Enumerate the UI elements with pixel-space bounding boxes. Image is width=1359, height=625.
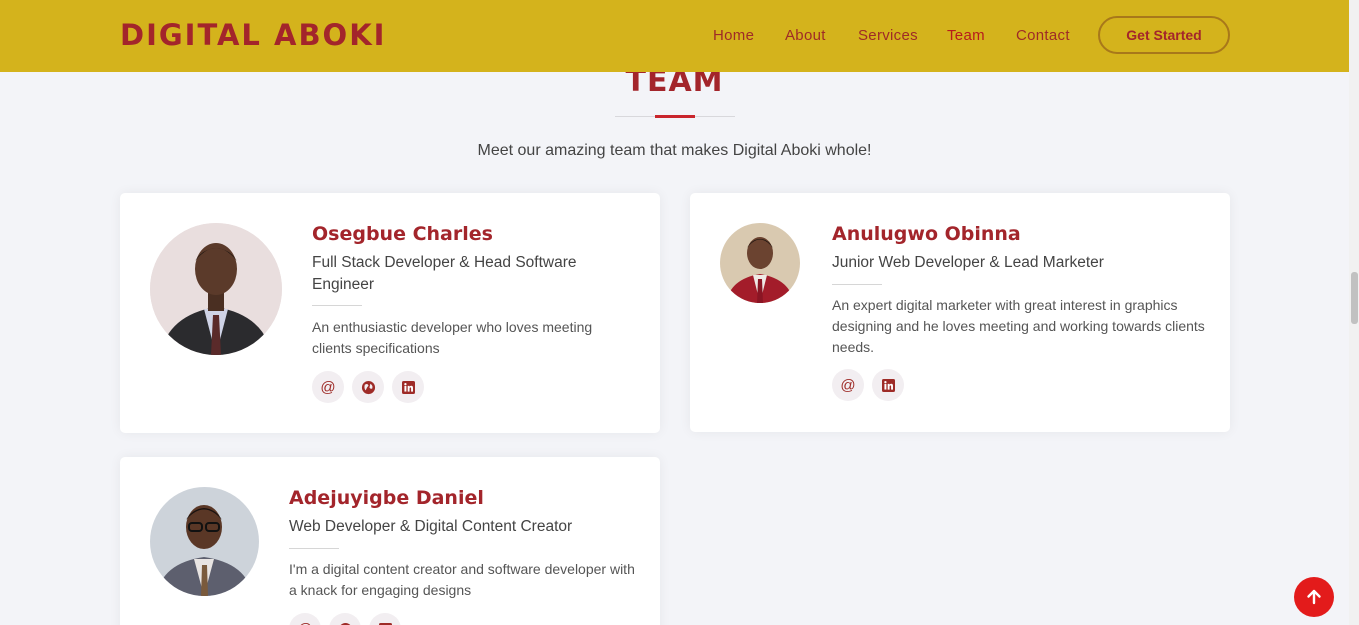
email-icon[interactable]: @: [832, 369, 864, 401]
nav-team[interactable]: Team: [947, 27, 985, 44]
linkedin-icon[interactable]: [872, 369, 904, 401]
nav-contact[interactable]: Contact: [1016, 27, 1070, 44]
social-links: @: [289, 613, 401, 625]
card-divider: [289, 548, 339, 549]
linkedin-icon[interactable]: [369, 613, 401, 625]
globe-icon[interactable]: [352, 371, 384, 403]
nav-home[interactable]: Home: [713, 27, 754, 44]
card-divider: [312, 305, 362, 306]
section-subtitle: Meet our amazing team that makes Digital…: [477, 142, 872, 159]
member-name: Osegbue Charles: [312, 223, 493, 245]
avatar: [150, 223, 282, 355]
nav-services[interactable]: Services: [858, 27, 918, 44]
member-role: Web Developer & Digital Content Creator: [289, 518, 573, 535]
get-started-button[interactable]: Get Started: [1098, 16, 1230, 54]
back-to-top-button[interactable]: [1294, 577, 1334, 617]
email-icon[interactable]: @: [289, 613, 321, 625]
team-member-card: Osegbue Charles Full Stack Developer & H…: [120, 193, 660, 433]
globe-icon[interactable]: [329, 613, 361, 625]
site-logo[interactable]: DIGITAL ABOKI: [120, 18, 386, 52]
member-description: An enthusiastic developer who loves meet…: [312, 319, 593, 356]
nav-about[interactable]: About: [785, 27, 826, 44]
member-name: Anulugwo Obinna: [832, 223, 1021, 245]
card-divider: [832, 284, 882, 285]
member-role: Full Stack Developer & Head Software Eng…: [312, 254, 577, 293]
site-header: DIGITAL ABOKI Home About Services Team C…: [0, 0, 1349, 72]
avatar: [150, 487, 259, 596]
member-role: Junior Web Developer & Lead Marketer: [832, 254, 1104, 271]
scrollbar-thumb[interactable]: [1351, 272, 1358, 324]
member-description: An expert digital marketer with great in…: [832, 297, 1205, 355]
team-member-card: Anulugwo Obinna Junior Web Developer & L…: [690, 193, 1230, 432]
team-member-card: Adejuyigbe Daniel Web Developer & Digita…: [120, 457, 660, 625]
email-icon[interactable]: @: [312, 371, 344, 403]
social-links: @: [832, 369, 904, 401]
title-divider-accent: [655, 115, 695, 118]
linkedin-icon[interactable]: [392, 371, 424, 403]
arrow-up-icon: [1307, 589, 1321, 605]
social-links: @: [312, 371, 424, 403]
avatar: [720, 223, 800, 303]
member-name: Adejuyigbe Daniel: [289, 487, 484, 509]
member-description: I'm a digital content creator and softwa…: [289, 561, 635, 598]
